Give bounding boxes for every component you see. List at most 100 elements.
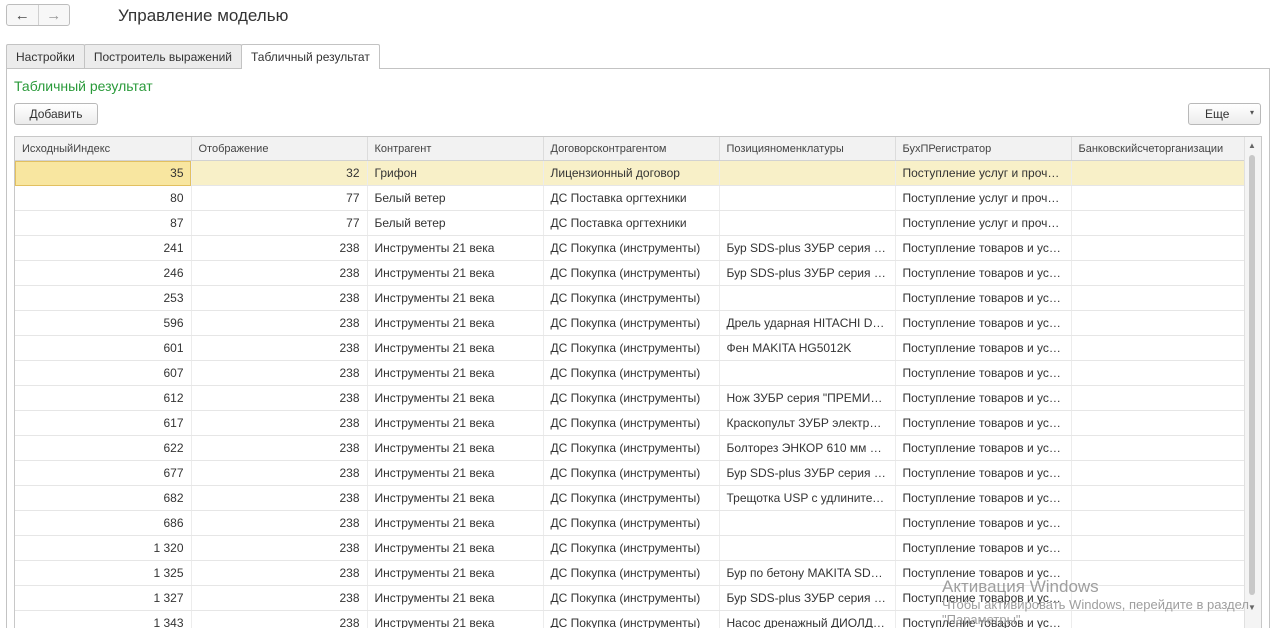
cell-registrar[interactable]: Поступление товаров и услуг... bbox=[895, 485, 1072, 511]
cell-display[interactable]: 238 bbox=[191, 585, 368, 611]
cell-bank-account[interactable] bbox=[1071, 360, 1248, 386]
cell-nomenclature[interactable] bbox=[719, 360, 896, 386]
cell-display[interactable]: 238 bbox=[191, 560, 368, 586]
cell-display[interactable]: 238 bbox=[191, 235, 368, 261]
cell-nomenclature[interactable]: Бур SDS-plus ЗУБР серия "... bbox=[719, 460, 896, 486]
cell-registrar[interactable]: Поступление товаров и услуг... bbox=[895, 535, 1072, 561]
cell-source-index[interactable]: 612 bbox=[15, 385, 192, 411]
col-header-counterparty[interactable]: Контрагент bbox=[367, 137, 544, 161]
tab-expression-builder[interactable]: Построитель выражений bbox=[83, 44, 242, 68]
col-header-contract[interactable]: Договорсконтрагентом bbox=[543, 137, 720, 161]
cell-contract[interactable]: ДС Покупка (инструменты) bbox=[543, 460, 720, 486]
cell-bank-account[interactable] bbox=[1071, 185, 1248, 211]
cell-counterparty[interactable]: Инструменты 21 века bbox=[367, 285, 544, 311]
cell-contract[interactable]: ДС Покупка (инструменты) bbox=[543, 385, 720, 411]
scroll-down-icon[interactable]: ▼ bbox=[1248, 603, 1256, 612]
table-row[interactable]: 617 238 Инструменты 21 века ДС Покупка (инс… bbox=[15, 410, 1248, 436]
cell-bank-account[interactable] bbox=[1071, 285, 1248, 311]
cell-contract[interactable]: ДС Покупка (инструменты) bbox=[543, 485, 720, 511]
cell-nomenclature[interactable]: Дрель ударная HITACHI DV1... bbox=[719, 310, 896, 336]
cell-bank-account[interactable] bbox=[1071, 585, 1248, 611]
table-row[interactable]: 35 32 Грифон Лицензионный договор Поступлени… bbox=[15, 160, 1248, 186]
cell-counterparty[interactable]: Грифон bbox=[367, 160, 544, 186]
cell-contract[interactable]: ДС Покупка (инструменты) bbox=[543, 510, 720, 536]
forward-arrow-icon[interactable]: → bbox=[37, 5, 70, 25]
cell-registrar[interactable]: Поступление товаров и услуг... bbox=[895, 360, 1072, 386]
cell-nomenclature[interactable]: Насос дренажный ДИОЛД Н... bbox=[719, 610, 896, 628]
tab-settings[interactable]: Настройки bbox=[6, 44, 85, 68]
cell-counterparty[interactable]: Инструменты 21 века bbox=[367, 385, 544, 411]
cell-nomenclature[interactable]: Бур SDS-plus ЗУБР серия "Э... bbox=[719, 235, 896, 261]
table-row[interactable]: 1 343 238 Инструменты 21 века ДС Покупка (и… bbox=[15, 610, 1248, 628]
cell-registrar[interactable]: Поступление товаров и услуг... bbox=[895, 260, 1072, 286]
cell-contract[interactable]: ДС Покупка (инструменты) bbox=[543, 435, 720, 461]
table-row[interactable]: 87 77 Белый ветер ДС Поставка оргтехники Пос… bbox=[15, 210, 1248, 236]
cell-counterparty[interactable]: Инструменты 21 века bbox=[367, 510, 544, 536]
cell-counterparty[interactable]: Инструменты 21 века bbox=[367, 260, 544, 286]
cell-display[interactable]: 238 bbox=[191, 360, 368, 386]
cell-display[interactable]: 238 bbox=[191, 335, 368, 361]
cell-bank-account[interactable] bbox=[1071, 160, 1248, 186]
cell-nomenclature[interactable] bbox=[719, 535, 896, 561]
cell-registrar[interactable]: Поступление товаров и услуг... bbox=[895, 235, 1072, 261]
cell-counterparty[interactable]: Белый ветер bbox=[367, 210, 544, 236]
col-header-nomenclature[interactable]: Позицияноменклатуры bbox=[719, 137, 896, 161]
cell-bank-account[interactable] bbox=[1071, 410, 1248, 436]
table-row[interactable]: 253 238 Инструменты 21 века ДС Покупка (инс… bbox=[15, 285, 1248, 311]
cell-nomenclature[interactable]: Фен MAKITA HG5012K bbox=[719, 335, 896, 361]
cell-bank-account[interactable] bbox=[1071, 560, 1248, 586]
cell-bank-account[interactable] bbox=[1071, 210, 1248, 236]
cell-contract[interactable]: ДС Поставка оргтехники bbox=[543, 210, 720, 236]
cell-contract[interactable]: ДС Покупка (инструменты) bbox=[543, 610, 720, 628]
cell-source-index[interactable]: 253 bbox=[15, 285, 192, 311]
table-row[interactable]: 1 327 238 Инструменты 21 века ДС Покупка (и… bbox=[15, 585, 1248, 611]
cell-contract[interactable]: ДС Покупка (инструменты) bbox=[543, 560, 720, 586]
cell-display[interactable]: 32 bbox=[191, 160, 368, 186]
col-header-bank-account[interactable]: Банковскийсчеторганизации bbox=[1071, 137, 1248, 161]
cell-contract[interactable]: ДС Покупка (инструменты) bbox=[543, 360, 720, 386]
cell-bank-account[interactable] bbox=[1071, 260, 1248, 286]
table-row[interactable]: 677 238 Инструменты 21 века ДС Покупка (инс… bbox=[15, 460, 1248, 486]
cell-source-index[interactable]: 1 327 bbox=[15, 585, 192, 611]
cell-display[interactable]: 238 bbox=[191, 285, 368, 311]
col-header-display[interactable]: Отображение bbox=[191, 137, 368, 161]
cell-display[interactable]: 238 bbox=[191, 610, 368, 628]
cell-counterparty[interactable]: Инструменты 21 века bbox=[367, 410, 544, 436]
table-row[interactable]: 596 238 Инструменты 21 века ДС Покупка (инс… bbox=[15, 310, 1248, 336]
cell-source-index[interactable]: 35 bbox=[15, 160, 192, 186]
cell-registrar[interactable]: Поступление товаров и услуг... bbox=[895, 610, 1072, 628]
cell-source-index[interactable]: 1 320 bbox=[15, 535, 192, 561]
cell-source-index[interactable]: 1 325 bbox=[15, 560, 192, 586]
cell-counterparty[interactable]: Инструменты 21 века bbox=[367, 335, 544, 361]
cell-source-index[interactable]: 596 bbox=[15, 310, 192, 336]
cell-display[interactable]: 238 bbox=[191, 410, 368, 436]
cell-source-index[interactable]: 241 bbox=[15, 235, 192, 261]
cell-contract[interactable]: ДС Покупка (инструменты) bbox=[543, 235, 720, 261]
cell-contract[interactable]: ДС Покупка (инструменты) bbox=[543, 535, 720, 561]
cell-registrar[interactable]: Поступление товаров и услуг... bbox=[895, 560, 1072, 586]
cell-counterparty[interactable]: Инструменты 21 века bbox=[367, 560, 544, 586]
cell-nomenclature[interactable]: Трещотка USP с удлинителе... bbox=[719, 485, 896, 511]
cell-nomenclature[interactable] bbox=[719, 210, 896, 236]
cell-display[interactable]: 238 bbox=[191, 460, 368, 486]
cell-counterparty[interactable]: Инструменты 21 века bbox=[367, 610, 544, 628]
cell-registrar[interactable]: Поступление товаров и услуг... bbox=[895, 310, 1072, 336]
cell-source-index[interactable]: 80 bbox=[15, 185, 192, 211]
cell-registrar[interactable]: Поступление товаров и услуг... bbox=[895, 435, 1072, 461]
cell-source-index[interactable]: 686 bbox=[15, 510, 192, 536]
cell-nomenclature[interactable]: Краскопульт ЗУБР электриче... bbox=[719, 410, 896, 436]
cell-source-index[interactable]: 87 bbox=[15, 210, 192, 236]
cell-contract[interactable]: ДС Покупка (инструменты) bbox=[543, 285, 720, 311]
cell-contract[interactable]: Лицензионный договор bbox=[543, 160, 720, 186]
table-row[interactable]: 686 238 Инструменты 21 века ДС Покупка (инс… bbox=[15, 510, 1248, 536]
cell-registrar[interactable]: Поступление товаров и услуг... bbox=[895, 285, 1072, 311]
cell-nomenclature[interactable]: Нож ЗУБР серия "ПРЕМИУМ" bbox=[719, 385, 896, 411]
cell-source-index[interactable]: 682 bbox=[15, 485, 192, 511]
col-header-registrar[interactable]: БухПРегистратор bbox=[895, 137, 1072, 161]
cell-bank-account[interactable] bbox=[1071, 235, 1248, 261]
cell-source-index[interactable]: 617 bbox=[15, 410, 192, 436]
cell-registrar[interactable]: Поступление товаров и услуг... bbox=[895, 410, 1072, 436]
cell-display[interactable]: 238 bbox=[191, 485, 368, 511]
table-row[interactable]: 607 238 Инструменты 21 века ДС Покупка (инс… bbox=[15, 360, 1248, 386]
cell-display[interactable]: 238 bbox=[191, 385, 368, 411]
